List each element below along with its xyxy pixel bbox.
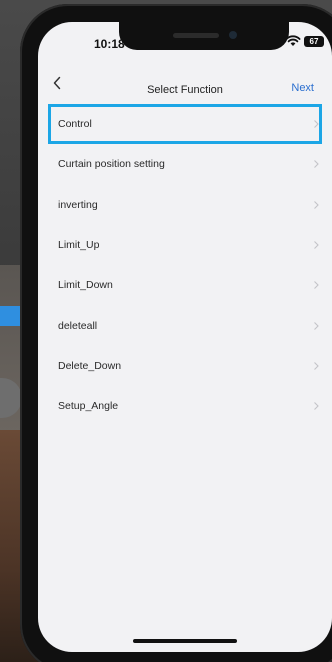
status-time: 10:18	[94, 37, 125, 51]
chevron-right-icon	[314, 402, 319, 411]
function-item-deleteall[interactable]: deleteall	[48, 305, 322, 345]
battery-icon: 67	[304, 35, 324, 47]
function-item-label: Control	[58, 118, 92, 131]
function-item-label: Limit_Up	[58, 239, 100, 252]
chevron-right-icon	[314, 281, 319, 290]
function-item-curtain-position-setting[interactable]: Curtain position setting	[48, 144, 322, 184]
function-item-label: deleteall	[58, 319, 98, 332]
function-item-inverting[interactable]: inverting	[48, 185, 322, 225]
function-item-delete-down[interactable]: Delete_Down	[48, 346, 322, 386]
background-blue-light	[0, 306, 20, 326]
next-button[interactable]: Next	[291, 82, 314, 94]
navigation-bar: Select Function Next	[38, 68, 332, 100]
phone-screen: 10:18 67 Select Function Next Control Cu…	[38, 22, 332, 652]
notch	[119, 22, 289, 50]
function-item-control[interactable]: Control	[48, 104, 322, 145]
wifi-icon	[285, 35, 301, 46]
function-item-setup-angle[interactable]: Setup_Angle	[48, 386, 322, 426]
function-item-limit-up[interactable]: Limit_Up	[48, 225, 322, 265]
chevron-right-icon	[314, 362, 319, 370]
page-title: Select Function	[147, 84, 223, 96]
phone-frame: 10:18 67 Select Function Next Control Cu…	[20, 4, 332, 662]
scene: 10:18 67 Select Function Next Control Cu…	[0, 0, 332, 662]
function-item-label: Curtain position setting	[58, 158, 165, 171]
chevron-right-icon	[314, 120, 319, 129]
function-item-label: Limit_Down	[58, 279, 113, 292]
function-item-label: Setup_Angle	[58, 400, 119, 413]
home-indicator[interactable]	[133, 639, 237, 643]
chevron-right-icon	[314, 241, 319, 249]
front-camera	[229, 31, 237, 39]
function-item-limit-down[interactable]: Limit_Down	[48, 265, 322, 305]
function-item-label: Delete_Down	[58, 359, 122, 372]
status-icons: 67	[285, 35, 324, 47]
chevron-right-icon	[314, 321, 319, 330]
function-item-label: inverting	[58, 198, 98, 211]
chevron-right-icon	[314, 200, 319, 209]
chevron-right-icon	[314, 160, 319, 169]
function-list: Control Curtain position setting inverti…	[48, 104, 322, 426]
speaker-grille	[173, 33, 219, 38]
